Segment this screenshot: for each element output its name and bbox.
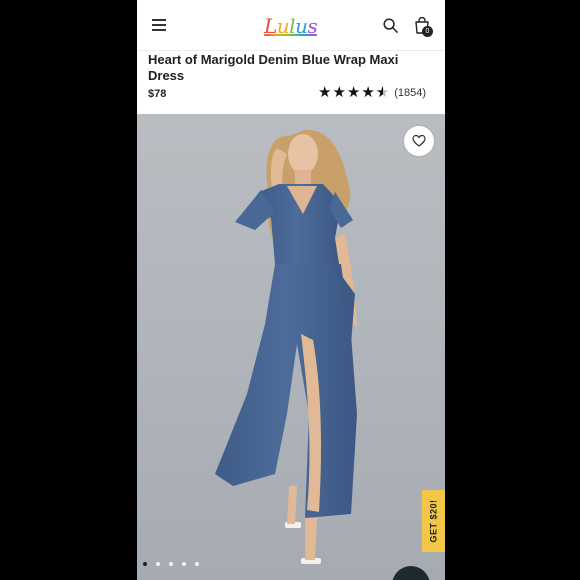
carousel-dot[interactable]	[156, 562, 160, 566]
heart-icon	[412, 134, 426, 147]
carousel-dot[interactable]	[143, 562, 147, 566]
carousel-dot[interactable]	[169, 562, 173, 566]
star-icon: ★	[346, 84, 361, 101]
search-icon[interactable]	[383, 18, 398, 33]
review-count: (1854)	[394, 87, 427, 99]
product-image[interactable]: GET $20!	[137, 114, 445, 580]
carousel-dot[interactable]	[195, 562, 199, 566]
favorite-button[interactable]	[404, 126, 434, 156]
cart-count-badge: 0	[422, 26, 433, 37]
star-icon: ★	[361, 84, 375, 101]
star-icon: ★	[318, 84, 332, 101]
product-rating[interactable]: ★ ★ ★ ★ ★ (1854)	[318, 84, 427, 102]
lulus-logo[interactable]: Lulus	[264, 14, 318, 38]
phone-screen: Lulus 0 Heart of Marigold Denim Blue Wra…	[137, 0, 445, 580]
star-icon: ★	[332, 84, 346, 101]
site-header: Lulus 0	[137, 0, 445, 51]
half-star-icon: ★	[376, 85, 389, 102]
product-title: Heart of Marigold Denim Blue Wrap Maxi D…	[148, 52, 399, 83]
get-20-promo-tab[interactable]: GET $20!	[422, 490, 445, 552]
carousel-dot[interactable]	[182, 562, 186, 566]
product-price: $78	[148, 88, 167, 100]
carousel-dots[interactable]	[143, 562, 208, 566]
model-photo	[215, 129, 357, 564]
promo-label: GET $20!	[428, 499, 439, 543]
hamburger-menu-icon[interactable]	[152, 19, 166, 31]
